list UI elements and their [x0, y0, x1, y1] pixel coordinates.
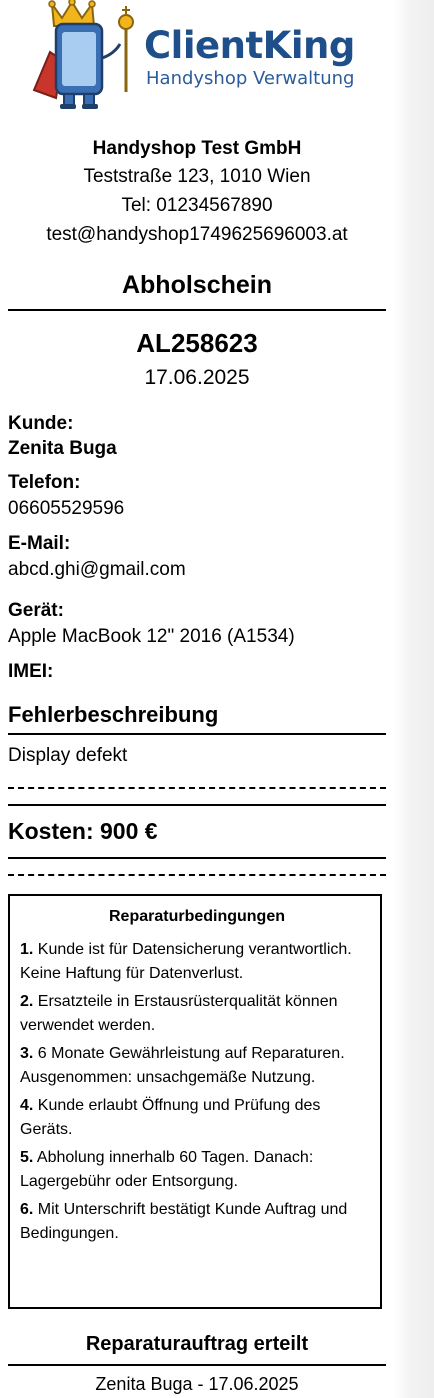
document-title: Abholschein	[121, 271, 272, 299]
clientking-logo: ClientKing Handyshop Verwaltung	[28, 0, 378, 112]
order-date: 17.06.2025	[144, 366, 250, 389]
device-name: Apple MacBook 12" 2016 (A1534)	[8, 626, 295, 647]
terms-item-text: Kunde ist für Datensicherung verantwortl…	[20, 941, 352, 982]
divider	[8, 804, 386, 806]
customer-name: Zenita Buga	[8, 438, 117, 459]
phone-king-mascot-icon	[32, 0, 134, 109]
divider	[8, 309, 386, 311]
shop-email: test@handyshop1749625696003.at	[46, 224, 348, 245]
terms-item: 1. Kunde ist für Datensicherung verantwo…	[20, 938, 365, 986]
shop-phone: Tel: 01234567890	[121, 195, 273, 216]
shop-address: Teststraße 123, 1010 Wien	[83, 166, 311, 187]
fault-heading: Fehlerbeschreibung	[8, 702, 219, 727]
shop-name: Handyshop Test GmbH	[92, 138, 302, 159]
terms-item-number: 5.	[20, 1149, 34, 1166]
repair-terms-box: Reparaturbedingungen 1. Kunde ist für Da…	[8, 894, 382, 1309]
imei-label: IMEI:	[8, 661, 54, 682]
terms-item-number: 2.	[20, 993, 34, 1010]
terms-item-text: Abholung innerhalb 60 Tagen. Danach: Lag…	[20, 1149, 314, 1190]
terms-item-number: 3.	[20, 1045, 34, 1062]
terms-list: 1. Kunde ist für Datensicherung verantwo…	[20, 938, 365, 1250]
page-edge-shadow	[394, 0, 434, 1398]
customer-label: Kunde:	[8, 413, 74, 434]
device-label: Gerät:	[8, 600, 64, 621]
phone-label: Telefon:	[8, 472, 81, 493]
customer-email: abcd.ghi@gmail.com	[8, 559, 186, 580]
terms-title: Reparaturbedingungen	[108, 908, 285, 925]
terms-item-text: Mit Unterschrift bestätigt Kunde Auftrag…	[20, 1201, 348, 1242]
customer-phone: 06605529596	[8, 498, 125, 519]
terms-item: 2. Ersatzteile in Erstausrüsterqualität …	[20, 990, 365, 1038]
terms-item-text: Ersatzteile in Erstausrüsterqualität kön…	[20, 993, 338, 1034]
fault-description: Display defekt	[8, 745, 128, 766]
signature-line	[8, 1364, 386, 1366]
divider	[8, 857, 386, 859]
terms-item-text: Kunde erlaubt Öffnung und Prüfung des Ge…	[20, 1097, 321, 1138]
order-number: AL258623	[136, 328, 258, 358]
cost-total: Kosten: 900 €	[8, 818, 158, 844]
terms-item-number: 4.	[20, 1097, 34, 1114]
dashed-divider	[8, 787, 386, 789]
terms-item-text: 6 Monate Gewährleistung auf Reparaturen.…	[20, 1045, 345, 1086]
brand-tagline: Handyshop Verwaltung	[146, 68, 355, 89]
logo-wordmark: ClientKing Handyshop Verwaltung	[144, 24, 355, 90]
email-label: E-Mail:	[8, 533, 71, 554]
terms-item-number: 6.	[20, 1201, 34, 1218]
terms-item: 4. Kunde erlaubt Öffnung und Prüfung des…	[20, 1094, 365, 1142]
signature-name-date: Zenita Buga - 17.06.2025	[95, 1374, 299, 1394]
divider	[8, 733, 386, 735]
terms-item: 3. 6 Monate Gewährleistung auf Reparatur…	[20, 1042, 365, 1090]
signature-title: Reparaturauftrag erteilt	[85, 1333, 309, 1355]
dashed-divider	[8, 874, 386, 876]
terms-item-number: 1.	[20, 941, 34, 958]
terms-item: 6. Mit Unterschrift bestätigt Kunde Auft…	[20, 1198, 365, 1246]
brand-name: ClientKing	[144, 24, 355, 67]
terms-item: 5. Abholung innerhalb 60 Tagen. Danach: …	[20, 1146, 365, 1194]
